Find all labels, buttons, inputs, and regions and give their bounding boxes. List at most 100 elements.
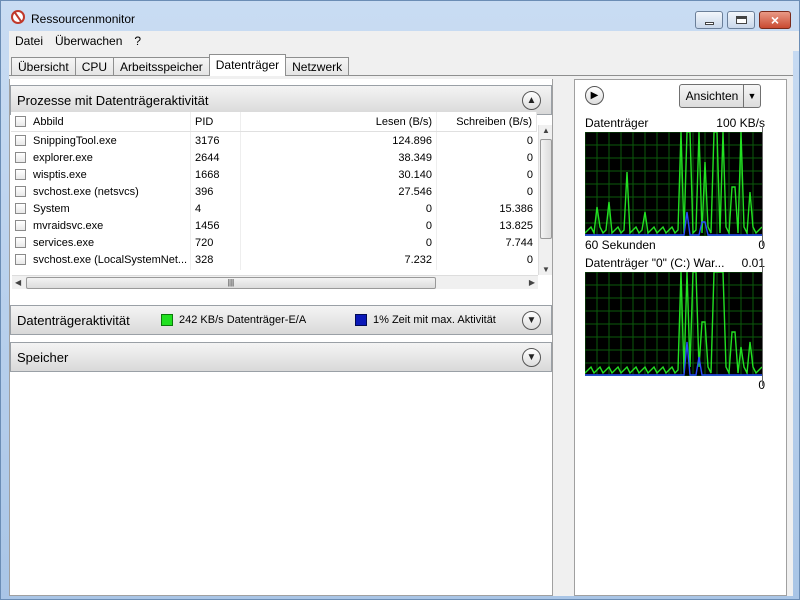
table-row[interactable]: SearchIndexer.exe37321.7250 — [11, 268, 537, 270]
graph2-canvas — [585, 272, 762, 376]
process-name: SnippingTool.exe — [33, 134, 117, 147]
write-cell: 0 — [526, 168, 533, 181]
table-row[interactable]: SnippingTool.exe 3176 124.896 0 — [11, 132, 537, 149]
select-all-checkbox[interactable] — [15, 116, 26, 127]
collapse-panel-icon[interactable]: ▶ — [585, 86, 604, 105]
table-row[interactable]: svchost.exe (netsvcs) 396 27.546 0 — [11, 183, 537, 200]
menu-datei[interactable]: Datei — [9, 34, 49, 48]
views-button[interactable]: Ansichten — [679, 84, 745, 108]
write-cell: 13.825 — [499, 219, 533, 232]
graph2-tick-scale — [757, 266, 763, 386]
storage-title: Speicher — [17, 349, 69, 365]
collapse-up-icon[interactable]: ▲ — [522, 91, 541, 110]
column-read[interactable]: Lesen (B/s) — [241, 112, 437, 131]
time-legend-text: 1% Zeit mit max. Aktivität — [373, 314, 496, 326]
pid-cell: 1668 — [191, 166, 241, 183]
table-row[interactable]: wisptis.exe 1668 30.140 0 — [11, 166, 537, 183]
pid-cell: 4 — [191, 200, 241, 217]
menu-help[interactable]: ? — [128, 34, 147, 48]
tab-disk[interactable]: Datenträger — [208, 54, 287, 76]
write-cell: 0 — [526, 151, 533, 164]
row-checkbox[interactable] — [15, 186, 26, 197]
row-checkbox[interactable] — [15, 152, 26, 163]
table-row[interactable]: svchost.exe (LocalSystemNet... 328 7.232 0 — [11, 251, 537, 268]
processes-section-header[interactable]: Prozesse mit Datenträgeraktivität ▲ — [10, 85, 552, 115]
read-cell: 1.725 — [241, 268, 437, 270]
row-checkbox[interactable] — [15, 220, 26, 231]
close-button[interactable]: × — [759, 11, 791, 29]
table-row[interactable]: explorer.exe 2644 38.349 0 — [11, 149, 537, 166]
read-cell: 38.349 — [241, 149, 437, 166]
column-abbild[interactable]: Abbild — [11, 112, 191, 131]
resource-monitor-window: Ressourcenmonitor × Datei Überwachen ? Ü… — [0, 0, 800, 600]
resource-monitor-icon — [11, 10, 25, 24]
title-bar[interactable]: Ressourcenmonitor × — [1, 1, 799, 31]
maximize-button[interactable] — [727, 11, 755, 29]
scroll-left-icon[interactable]: ◀ — [15, 278, 21, 287]
left-pane: Prozesse mit Datenträgeraktivität ▲ Abbi… — [9, 79, 553, 596]
expand-down-icon[interactable]: ▼ — [522, 348, 541, 367]
tab-memory[interactable]: Arbeitsspeicher — [113, 57, 210, 76]
tab-strip: Übersicht CPU Arbeitsspeicher Datenträge… — [11, 54, 350, 76]
minimize-button[interactable] — [695, 11, 723, 29]
tab-divider — [9, 75, 793, 76]
read-cell: 30.140 — [241, 166, 437, 183]
graph-disk-total: Datenträger 100 KB/s 60 Sekunden 0 — [585, 116, 765, 254]
process-name-cell: svchost.exe (LocalSystemNet... — [11, 251, 191, 268]
storage-section-header[interactable]: Speicher ▼ — [10, 342, 552, 372]
write-cell: 15.386 — [499, 202, 533, 215]
graph1-time-span: 60 Sekunden — [585, 238, 656, 252]
menu-bar: Datei Überwachen ? — [9, 31, 799, 51]
close-icon: × — [770, 12, 780, 28]
activity-line — [585, 132, 762, 236]
scroll-up-icon[interactable]: ▲ — [542, 126, 550, 135]
table-row[interactable]: services.exe 720 0 7.744 — [11, 234, 537, 251]
process-name: svchost.exe (netsvcs) — [33, 185, 139, 198]
row-checkbox[interactable] — [15, 203, 26, 214]
read-cell: 0 — [241, 200, 437, 217]
column-pid[interactable]: PID — [191, 112, 241, 131]
pid-cell: 328 — [191, 251, 241, 268]
process-name-cell: explorer.exe — [11, 149, 191, 166]
processes-section-title: Prozesse mit Datenträgeraktivität — [17, 92, 209, 108]
column-abbild-label: Abbild — [33, 115, 64, 128]
menu-ueberwachen[interactable]: Überwachen — [49, 34, 128, 48]
scroll-down-icon[interactable]: ▼ — [542, 265, 550, 274]
process-name: explorer.exe — [33, 151, 93, 164]
row-checkbox[interactable] — [15, 254, 26, 265]
views-dropdown-icon[interactable]: ▼ — [743, 84, 761, 108]
io-legend-swatch — [161, 314, 173, 326]
process-name: System — [33, 202, 70, 215]
vertical-scroll-thumb[interactable] — [540, 139, 552, 239]
scroll-right-icon[interactable]: ▶ — [529, 278, 535, 287]
graph2-title: Datenträger "0" (C:) War... — [585, 256, 725, 270]
graph1-title: Datenträger — [585, 116, 649, 130]
read-cell: 0 — [241, 217, 437, 234]
tab-cpu[interactable]: CPU — [74, 57, 115, 76]
write-cell: 0 — [437, 268, 537, 270]
table-row[interactable]: mvraidsvc.exe 1456 0 13.825 — [11, 217, 537, 234]
tab-overview[interactable]: Übersicht — [11, 57, 76, 76]
pid-cell: 3732 — [191, 268, 241, 270]
vertical-scrollbar[interactable]: ▲ ▼ — [538, 125, 552, 275]
process-table: Abbild PID Lesen (B/s) Schreiben (B/s) S… — [11, 112, 537, 270]
io-legend-text: 242 KB/s Datenträger-E/A — [179, 314, 307, 326]
process-name-cell: svchost.exe (netsvcs) — [11, 183, 191, 200]
time-legend-swatch — [355, 314, 367, 326]
process-name: services.exe — [33, 236, 95, 249]
graph1-canvas — [585, 132, 762, 236]
horizontal-scrollbar[interactable]: ◀ ||| ▶ — [12, 275, 538, 289]
tab-network[interactable]: Netzwerk — [285, 57, 350, 76]
process-name: wisptis.exe — [33, 168, 87, 181]
disk-activity-section-header[interactable]: Datenträgeraktivität 242 KB/s Datenträge… — [10, 305, 552, 335]
expand-down-icon[interactable]: ▼ — [522, 311, 541, 330]
row-checkbox[interactable] — [15, 135, 26, 146]
column-write[interactable]: Schreiben (B/s) — [437, 112, 537, 131]
row-checkbox[interactable] — [15, 169, 26, 180]
table-row[interactable]: System 4 0 15.386 — [11, 200, 537, 217]
horizontal-scroll-thumb[interactable]: ||| — [26, 277, 436, 289]
write-cell: 7.744 — [505, 236, 533, 249]
row-checkbox[interactable] — [15, 237, 26, 248]
read-cell: 0 — [241, 234, 437, 251]
process-name: svchost.exe (LocalSystemNet... — [33, 253, 188, 266]
